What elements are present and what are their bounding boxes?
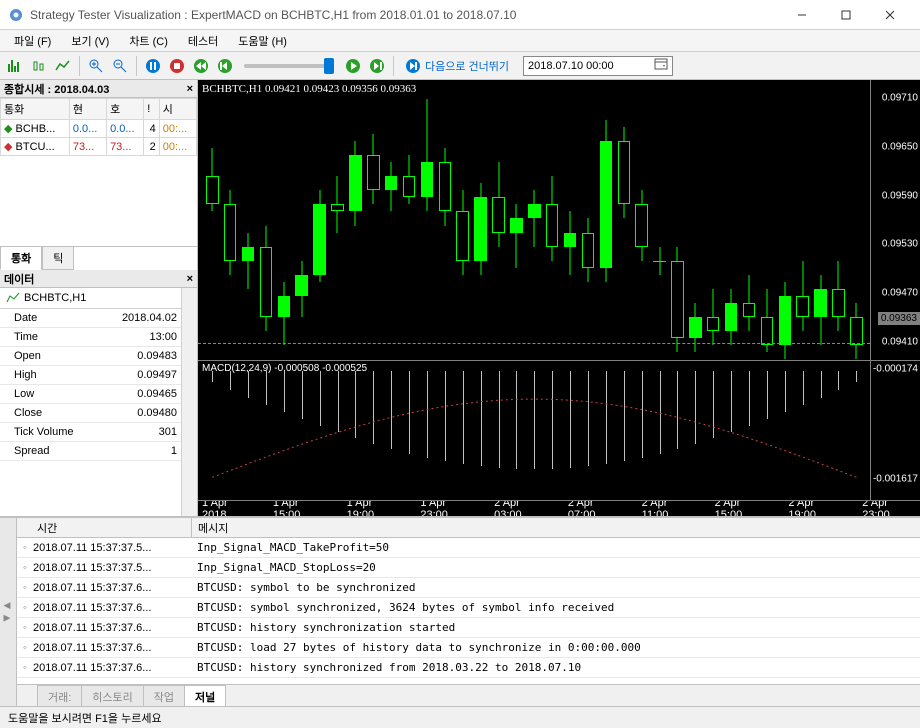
play-button[interactable] [342,55,364,77]
status-text: 도움말을 보시려면 F1을 누르세요 [8,710,162,726]
menu-view[interactable]: 보기 (V) [61,31,119,51]
log-tab-jobs[interactable]: 작업 [143,685,185,708]
skip-to-label: 다음으로 건너뛰기 [425,58,509,74]
candlestick-icon[interactable] [28,55,50,77]
col-bid[interactable]: 현 [69,99,106,120]
main-area: 종합시세 : 2018.04.03 × 통화 현 호 ! 시 ◆ BCHB...… [0,80,920,516]
log-row[interactable]: ◦2018.07.11 15:37:37.5...Inp_Signal_MACD… [17,538,920,558]
col-exc[interactable]: ! [144,99,160,120]
data-close-icon[interactable]: × [187,273,193,285]
log-row[interactable]: ◦2018.07.11 15:37:37.6...BTCUSD: symbol … [17,578,920,598]
log-row[interactable]: ◦2018.07.11 15:37:37.6...BTCUSD: symbol … [17,598,920,618]
log-row[interactable]: ◦2018.07.11 15:37:37.6...BTCUSD: history… [17,618,920,638]
line-chart-icon[interactable] [52,55,74,77]
data-row: High0.09497 [0,366,197,385]
calendar-dropdown-icon[interactable] [654,57,668,74]
statusbar: 도움말을 보시려면 F1을 누르세요 [0,706,920,728]
titlebar: Strategy Tester Visualization : ExpertMA… [0,0,920,30]
log-row[interactable]: ◦2018.07.11 15:37:37.6...BTCUSD: load 27… [17,638,920,658]
bar-chart-icon[interactable] [4,55,26,77]
data-panel-title: 데이터 × [0,270,197,288]
log-col-msg[interactable]: 메시지 [192,518,920,537]
macd-chart[interactable]: MACD(12,24,9) -0.000508 -0.000525 -0.000… [198,360,920,500]
chart-container: BCHBTC,H1 0.09421 0.09423 0.09356 0.0936… [198,80,920,516]
menu-tester[interactable]: 테스터 [178,31,228,51]
data-row: Low0.09465 [0,385,197,404]
zoom-in-icon[interactable] [85,55,107,77]
log-sideband[interactable]: ◀ ▶ [0,518,17,706]
log-tab-journal[interactable]: 저널 [184,685,226,708]
app-icon [8,7,24,23]
menubar: 파일 (F) 보기 (V) 차트 (C) 테스터 도움말 (H) [0,30,920,52]
speed-slider[interactable] [244,64,334,68]
log-col-time[interactable]: 시간 [17,518,192,537]
log-header: 시간 메시지 [17,518,920,538]
toolbar: 다음으로 건너뛰기 2018.07.10 00:00 [0,52,920,80]
col-ask[interactable]: 호 [107,99,144,120]
minimize-button[interactable] [780,1,824,29]
date-input[interactable]: 2018.07.10 00:00 [523,56,673,76]
x-axis: 1 Apr 20181 Apr 15:001 Apr 19:001 Apr 23… [198,500,920,516]
log-tab-history[interactable]: 히스토리 [81,685,143,708]
quotes-table: 통화 현 호 ! 시 ◆ BCHB... 0.0... 0.0... 4 00:… [0,98,197,156]
quotes-panel-title: 종합시세 : 2018.04.03 × [0,80,197,98]
quotes-close-icon[interactable]: × [187,83,193,95]
price-chart[interactable]: BCHBTC,H1 0.09421 0.09423 0.09356 0.0936… [198,80,920,360]
data-row: Tick Volume301 [0,423,197,442]
menu-chart[interactable]: 차트 (C) [119,31,178,51]
tab-tick[interactable]: 틱 [42,247,74,270]
stop-button[interactable] [166,55,188,77]
log-tab-trade[interactable]: 거래: [37,685,82,708]
data-row: Open0.09483 [0,347,197,366]
step-forward-button[interactable] [366,55,388,77]
menu-help[interactable]: 도움말 (H) [228,31,297,51]
scrollbar[interactable] [181,288,197,516]
data-symbol-header: BCHBTC,H1 [0,288,197,309]
menu-file[interactable]: 파일 (F) [4,31,61,51]
step-back-button[interactable] [214,55,236,77]
data-row: Date2018.04.02 [0,309,197,328]
data-row: Time13:00 [0,328,197,347]
data-panel: BCHBTC,H1 Date2018.04.02Time13:00Open0.0… [0,288,197,516]
skip-to-button[interactable]: 다음으로 건너뛰기 [399,58,515,74]
maximize-button[interactable] [824,1,868,29]
zoom-out-icon[interactable] [109,55,131,77]
left-sidebar: 종합시세 : 2018.04.03 × 통화 현 호 ! 시 ◆ BCHB...… [0,80,198,516]
log-container: ◀ ▶ 시간 메시지 ◦2018.07.11 15:37:37.5...Inp_… [0,516,920,706]
pause-button[interactable] [142,55,164,77]
quote-row[interactable]: ◆ BTCU... 73... 73... 2 00:... [1,138,197,156]
col-time[interactable]: 시 [159,99,196,120]
data-row: Close0.09480 [0,404,197,423]
tab-currency[interactable]: 통화 [0,247,42,270]
date-value: 2018.07.10 00:00 [528,60,614,72]
chart-header: BCHBTC,H1 0.09421 0.09423 0.09356 0.0936… [202,83,416,95]
data-row: Spread1 [0,442,197,461]
log-row[interactable]: ◦2018.07.11 15:37:37.5...Inp_Signal_MACD… [17,558,920,578]
rewind-button[interactable] [190,55,212,77]
quote-row[interactable]: ◆ BCHB... 0.0... 0.0... 4 00:... [1,120,197,138]
window-title: Strategy Tester Visualization : ExpertMA… [30,8,780,22]
col-symbol[interactable]: 통화 [1,99,70,120]
log-row[interactable]: ◦2018.07.11 15:37:37.6...BTCUSD: history… [17,658,920,678]
close-button[interactable] [868,1,912,29]
